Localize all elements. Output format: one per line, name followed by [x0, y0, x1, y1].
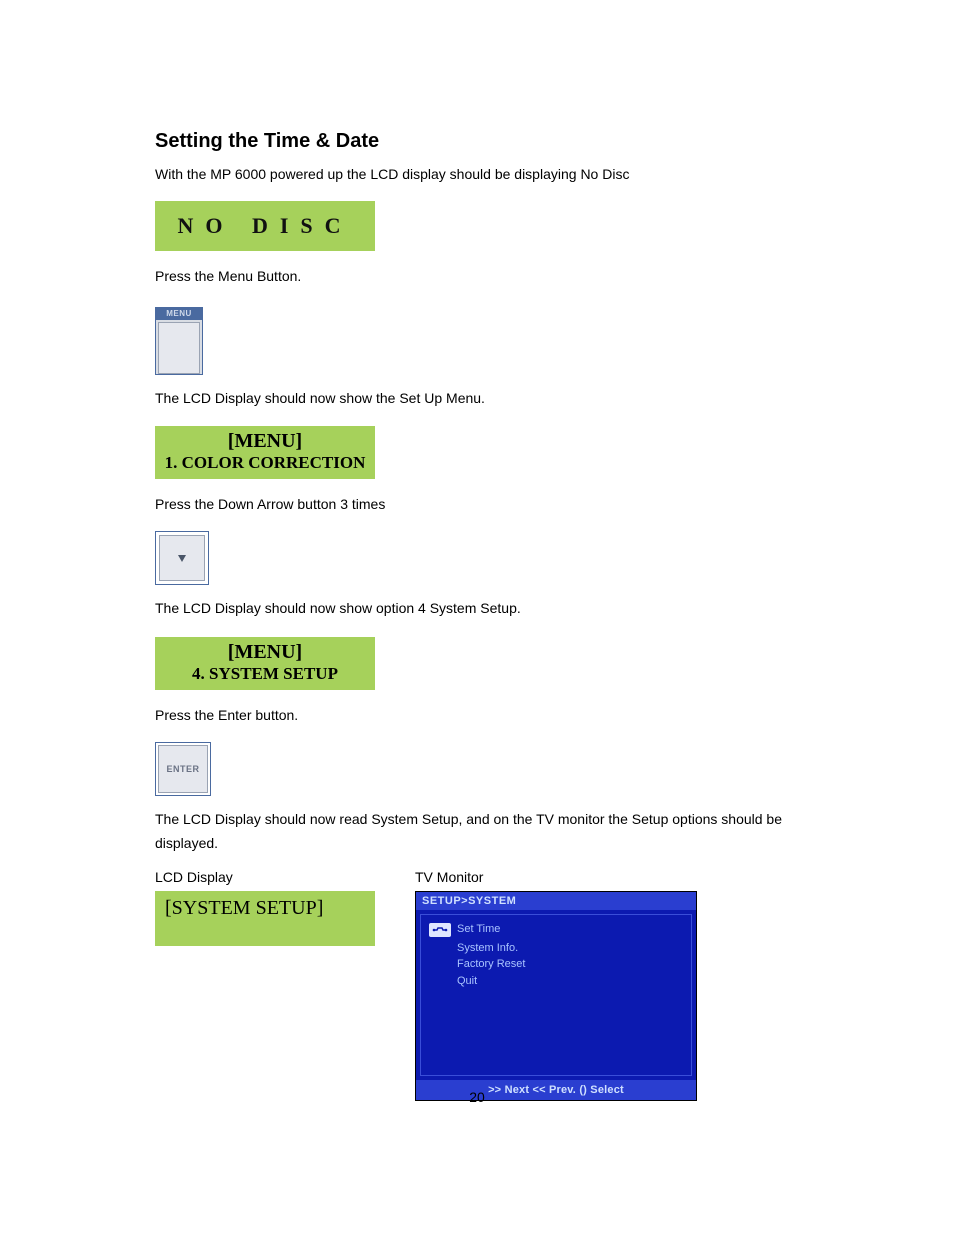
lcd-menu-system-setup: [MENU] 4. SYSTEM SETUP — [155, 637, 375, 690]
lcd-system-setup: [SYSTEM SETUP] — [155, 891, 375, 946]
tv-item-1: System Info. — [429, 940, 683, 957]
tv-item-2: Factory Reset — [429, 956, 683, 973]
menu-button-graphic: MENU — [155, 307, 203, 375]
lcd-menu-color-correction: [MENU] 1. COLOR CORRECTION — [155, 426, 375, 479]
enter-button-graphic: ENTER — [155, 742, 211, 796]
intro-text: With the MP 6000 powered up the LCD disp… — [155, 163, 799, 187]
tv-monitor: SETUP>SYSTEM Set Time System Info. Facto… — [415, 891, 697, 1101]
menu-button-body — [158, 322, 200, 374]
down-arrow-button-graphic — [155, 531, 209, 585]
after-menu-text: The LCD Display should now show the Set … — [155, 387, 799, 411]
tv-body: Set Time System Info. Factory Reset Quit — [420, 914, 692, 1076]
press-menu-text: Press the Menu Button. — [155, 265, 799, 289]
lcd-menu2-line2: 4. SYSTEM SETUP — [155, 664, 375, 684]
lcd-menu1-line1: [MENU] — [155, 430, 375, 453]
press-down-text: Press the Down Arrow button 3 times — [155, 493, 799, 517]
enter-button-label: ENTER — [158, 745, 208, 793]
after-down-text: The LCD Display should now show option 4… — [155, 597, 799, 621]
tv-item-0: Set Time — [457, 921, 500, 938]
tv-caption: TV Monitor — [415, 869, 697, 885]
tool-icon — [429, 923, 451, 937]
lcd-no-disc: NO DISC — [155, 201, 375, 251]
page-title: Setting the Time & Date — [155, 130, 799, 153]
tv-header: SETUP>SYSTEM — [416, 892, 696, 910]
after-enter-text: The LCD Display should now read System S… — [155, 808, 799, 856]
page-number: 20 — [0, 1089, 954, 1105]
tv-item-3: Quit — [429, 973, 683, 990]
menu-button-cap: MENU — [156, 308, 202, 320]
down-arrow-icon — [176, 552, 188, 564]
lcd-menu1-line2: 1. COLOR CORRECTION — [155, 453, 375, 473]
lcd-system-line: [SYSTEM SETUP] — [165, 897, 375, 920]
press-enter-text: Press the Enter button. — [155, 704, 799, 728]
lcd-caption: LCD Display — [155, 869, 375, 885]
lcd-menu2-line1: [MENU] — [155, 641, 375, 664]
